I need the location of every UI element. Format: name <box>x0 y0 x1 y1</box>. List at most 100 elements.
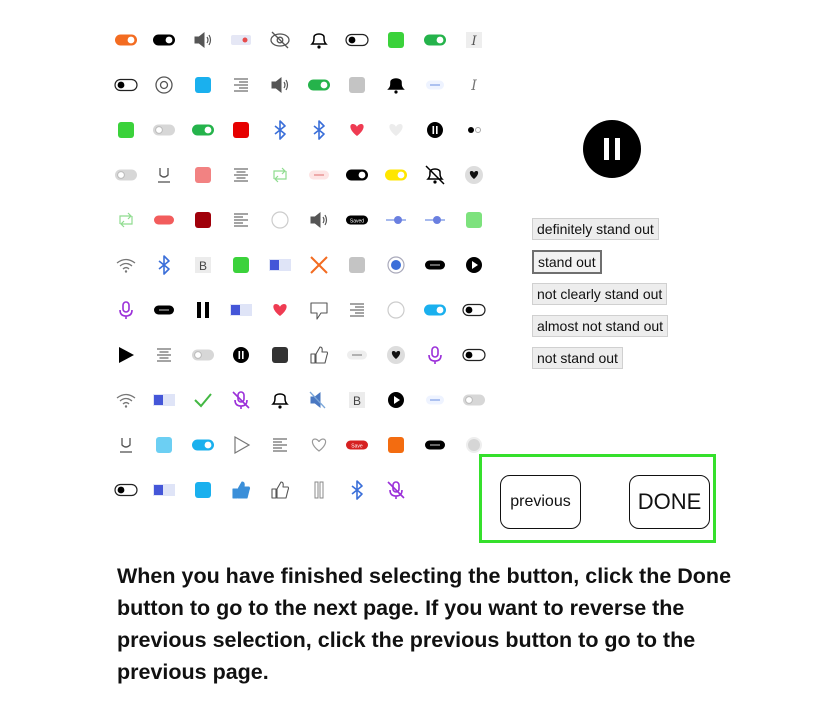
saved-button-icon[interactable]: Saved <box>342 205 372 235</box>
heart-in-circle-icon[interactable] <box>459 160 489 190</box>
pink-square-icon[interactable] <box>188 160 218 190</box>
bell-outline-icon[interactable] <box>304 25 334 55</box>
pill-switch-icon[interactable] <box>226 25 256 55</box>
bluetooth-icon[interactable] <box>149 250 179 280</box>
heart-outline-icon[interactable] <box>304 430 334 460</box>
pause-circle-icon[interactable] <box>226 340 256 370</box>
toggle-switch-gray-icon[interactable] <box>111 160 141 190</box>
thumbs-up-icon[interactable] <box>304 340 334 370</box>
speaker-muted-icon[interactable] <box>304 385 334 415</box>
align-left-icon[interactable] <box>226 205 256 235</box>
blue-text-button-icon[interactable] <box>420 70 450 100</box>
heart-red-icon[interactable] <box>265 295 295 325</box>
bell-off-icon[interactable] <box>420 160 450 190</box>
text-cursor-icon[interactable]: I <box>459 70 489 100</box>
bluetooth-icon[interactable] <box>304 115 334 145</box>
toggle-switch-gray-icon[interactable] <box>459 385 489 415</box>
green-square-icon[interactable] <box>111 115 141 145</box>
speaker-volume-icon[interactable] <box>304 205 334 235</box>
toggle-switch-black-on-icon[interactable] <box>342 160 372 190</box>
toggle-switch-blue-icon[interactable] <box>188 430 218 460</box>
align-center-icon[interactable] <box>149 340 179 370</box>
blue-segment-switch-icon[interactable] <box>149 475 179 505</box>
microphone-off-icon[interactable] <box>381 475 411 505</box>
green-square-icon[interactable] <box>381 25 411 55</box>
bold-icon[interactable]: B <box>342 385 372 415</box>
toggle-switch-off-icon[interactable] <box>111 70 141 100</box>
blue-segment-switch-icon[interactable] <box>226 295 256 325</box>
circle-outline-icon[interactable] <box>381 295 411 325</box>
thumbs-down-icon[interactable] <box>304 295 334 325</box>
underline-icon[interactable] <box>149 160 179 190</box>
italic-icon[interactable]: I <box>459 25 489 55</box>
align-right-icon[interactable] <box>226 70 256 100</box>
bell-filled-icon[interactable] <box>381 70 411 100</box>
red-button-icon[interactable] <box>149 205 179 235</box>
pause-button[interactable] <box>583 120 641 178</box>
microphone-off-icon[interactable] <box>226 385 256 415</box>
speaker-volume-icon[interactable] <box>188 25 218 55</box>
black-text-button-icon[interactable] <box>420 430 450 460</box>
save-button-icon[interactable]: Save <box>342 430 372 460</box>
toggle-switch-black-on-icon[interactable] <box>149 25 179 55</box>
play-circle-icon[interactable] <box>381 385 411 415</box>
play-outline-icon[interactable] <box>226 430 256 460</box>
blue-segment-switch-icon[interactable] <box>149 385 179 415</box>
light-green-square-icon[interactable] <box>459 205 489 235</box>
microphone-icon[interactable] <box>420 340 450 370</box>
gray-square-icon[interactable] <box>342 250 372 280</box>
blue-square-icon[interactable] <box>188 475 218 505</box>
dark-red-square-icon[interactable] <box>188 205 218 235</box>
repeat-arrows-icon[interactable] <box>265 160 295 190</box>
slider-icon[interactable] <box>420 205 450 235</box>
bluetooth-icon[interactable] <box>342 475 372 505</box>
eye-icon[interactable] <box>149 70 179 100</box>
microphone-icon[interactable] <box>111 295 141 325</box>
toggle-switch-gray-icon[interactable] <box>149 115 179 145</box>
play-icon[interactable] <box>111 340 141 370</box>
repeat-arrows-icon[interactable] <box>111 205 141 235</box>
heart-light-icon[interactable] <box>381 115 411 145</box>
red-square-icon[interactable] <box>226 115 256 145</box>
thumbs-up-icon[interactable] <box>265 475 295 505</box>
toggle-switch-off-icon[interactable] <box>111 475 141 505</box>
toggle-switch-orange-on-icon[interactable] <box>111 25 141 55</box>
toggle-switch-gray-icon[interactable] <box>188 340 218 370</box>
toggle-switch-off-icon[interactable] <box>459 340 489 370</box>
underline-icon[interactable] <box>111 430 141 460</box>
choice-stand-out[interactable]: stand out <box>532 250 602 274</box>
pause-circle-icon[interactable] <box>420 115 450 145</box>
black-square-icon[interactable] <box>265 340 295 370</box>
align-right-icon[interactable] <box>342 295 372 325</box>
thumbs-up-filled-icon[interactable] <box>226 475 256 505</box>
orange-square-icon[interactable] <box>381 430 411 460</box>
gray-text-button-icon[interactable] <box>342 340 372 370</box>
wifi-icon[interactable] <box>111 250 141 280</box>
wifi-icon[interactable] <box>111 385 141 415</box>
blue-segment-switch-icon[interactable] <box>265 250 295 280</box>
choice-almost-not-stand-out[interactable]: almost not stand out <box>532 315 669 337</box>
toggle-switch-yellow-on-icon[interactable] <box>381 160 411 190</box>
bold-icon[interactable]: B <box>188 250 218 280</box>
black-text-button-icon[interactable] <box>149 295 179 325</box>
heart-red-icon[interactable] <box>342 115 372 145</box>
toggle-switch-green-on-icon[interactable] <box>188 115 218 145</box>
close-x-icon[interactable] <box>304 250 334 280</box>
heart-in-circle-icon[interactable] <box>381 340 411 370</box>
align-left-icon[interactable] <box>265 430 295 460</box>
choice-definitely-stand-out[interactable]: definitely stand out <box>532 218 659 240</box>
choice-not-stand-out[interactable]: not stand out <box>532 347 623 369</box>
green-square-icon[interactable] <box>226 250 256 280</box>
align-center-icon[interactable] <box>226 160 256 190</box>
toggle-switch-blue-icon[interactable] <box>420 295 450 325</box>
eye-slash-icon[interactable] <box>265 25 295 55</box>
choice-not-clearly-stand-out[interactable]: not clearly stand out <box>532 283 668 305</box>
circle-outline-icon[interactable] <box>265 205 295 235</box>
gray-square-icon[interactable] <box>342 70 372 100</box>
slider-icon[interactable] <box>381 205 411 235</box>
radio-dots-icon[interactable] <box>459 115 489 145</box>
check-icon[interactable] <box>188 385 218 415</box>
play-circle-icon[interactable] <box>459 250 489 280</box>
pause-outline-icon[interactable] <box>304 475 334 505</box>
toggle-switch-off-icon[interactable] <box>342 25 372 55</box>
